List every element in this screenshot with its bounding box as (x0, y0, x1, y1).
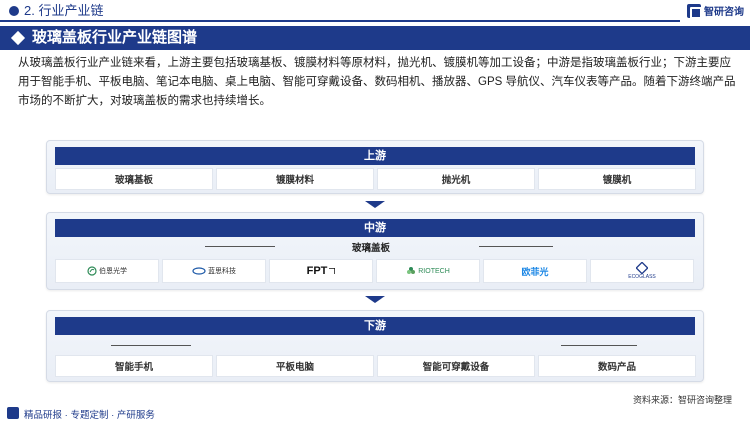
down-arrow-icon (365, 201, 385, 208)
upstream-item: 镀膜材料 (216, 168, 374, 190)
upstream-item: 玻璃基板 (55, 168, 213, 190)
upstream-item: 抛光机 (377, 168, 535, 190)
divider-line (111, 345, 191, 346)
company-logo-riotech: RIOTECH (376, 259, 480, 283)
brand-name: 智研咨询 (704, 7, 744, 18)
diamond-icon (10, 30, 26, 46)
company-logo-ecoglass: ECOGLASS (590, 259, 694, 283)
upstream-item: 镀膜机 (538, 168, 696, 190)
flower-icon (407, 267, 416, 274)
downstream-item: 数码产品 (538, 355, 696, 377)
brand-mark-icon (687, 3, 702, 19)
downstream-header: 下游 (55, 317, 695, 335)
downstream-panel: 下游 智能手机 平板电脑 智能可穿戴设备 数码产品 (46, 310, 704, 382)
company-logo-bone: 伯恩光学 (55, 259, 159, 283)
logo-text: 蓝思科技 (208, 268, 236, 275)
section-dot-icon (9, 6, 19, 16)
section-title: 2. 行业产业链 (24, 3, 104, 18)
leaf-icon (87, 266, 97, 276)
downstream-item: 智能手机 (55, 355, 213, 377)
midstream-panel: 中游 玻璃盖板 伯恩光学 蓝思科技 FPT RIOTECH 欧菲光 ECOGLA… (46, 212, 704, 290)
midstream-header: 中游 (55, 219, 695, 237)
logo-text: FPT (306, 265, 328, 277)
logo-text: 欧菲光 (521, 266, 549, 277)
divider-line (561, 345, 637, 346)
divider-line (205, 246, 275, 247)
page-title: 玻璃盖板行业产业链图谱 (32, 29, 198, 46)
top-bar: 2. 行业产业链 智研咨询 (0, 0, 750, 22)
footer-logo-icon (7, 407, 19, 419)
downstream-item: 智能可穿戴设备 (377, 355, 535, 377)
brand-logo: 智研咨询 (687, 3, 744, 19)
logo-text: 伯恩光学 (99, 268, 127, 275)
upstream-header: 上游 (55, 147, 695, 165)
square-icon (635, 262, 648, 274)
logo-text: RIOTECH (418, 267, 450, 275)
header-rule (0, 20, 680, 22)
title-band: 玻璃盖板行业产业链图谱 (0, 26, 750, 50)
downstream-item: 平板电脑 (216, 355, 374, 377)
down-arrow-icon (365, 296, 385, 303)
divider-line (479, 246, 553, 247)
corner-icon (329, 268, 336, 274)
company-logo-lens: 蓝思科技 (162, 259, 266, 283)
logo-text: ECOGLASS (628, 274, 656, 280)
company-logo-ofilm: 欧菲光 (483, 259, 587, 283)
midstream-sub-label: 玻璃盖板 (352, 243, 391, 254)
footer: 精品研报 · 专题定制 · 产研服务 (0, 403, 750, 421)
oval-icon (192, 267, 206, 275)
company-logo-fpt: FPT (269, 259, 373, 283)
footer-text: 精品研报 · 专题定制 · 产研服务 (24, 410, 155, 421)
upstream-panel: 上游 玻璃基板 镀膜材料 抛光机 镀膜机 (46, 140, 704, 194)
intro-paragraph: 从玻璃盖板行业产业链来看，上游主要包括玻璃基板、镀膜材料等原材料，抛光机、镀膜机… (18, 57, 736, 107)
